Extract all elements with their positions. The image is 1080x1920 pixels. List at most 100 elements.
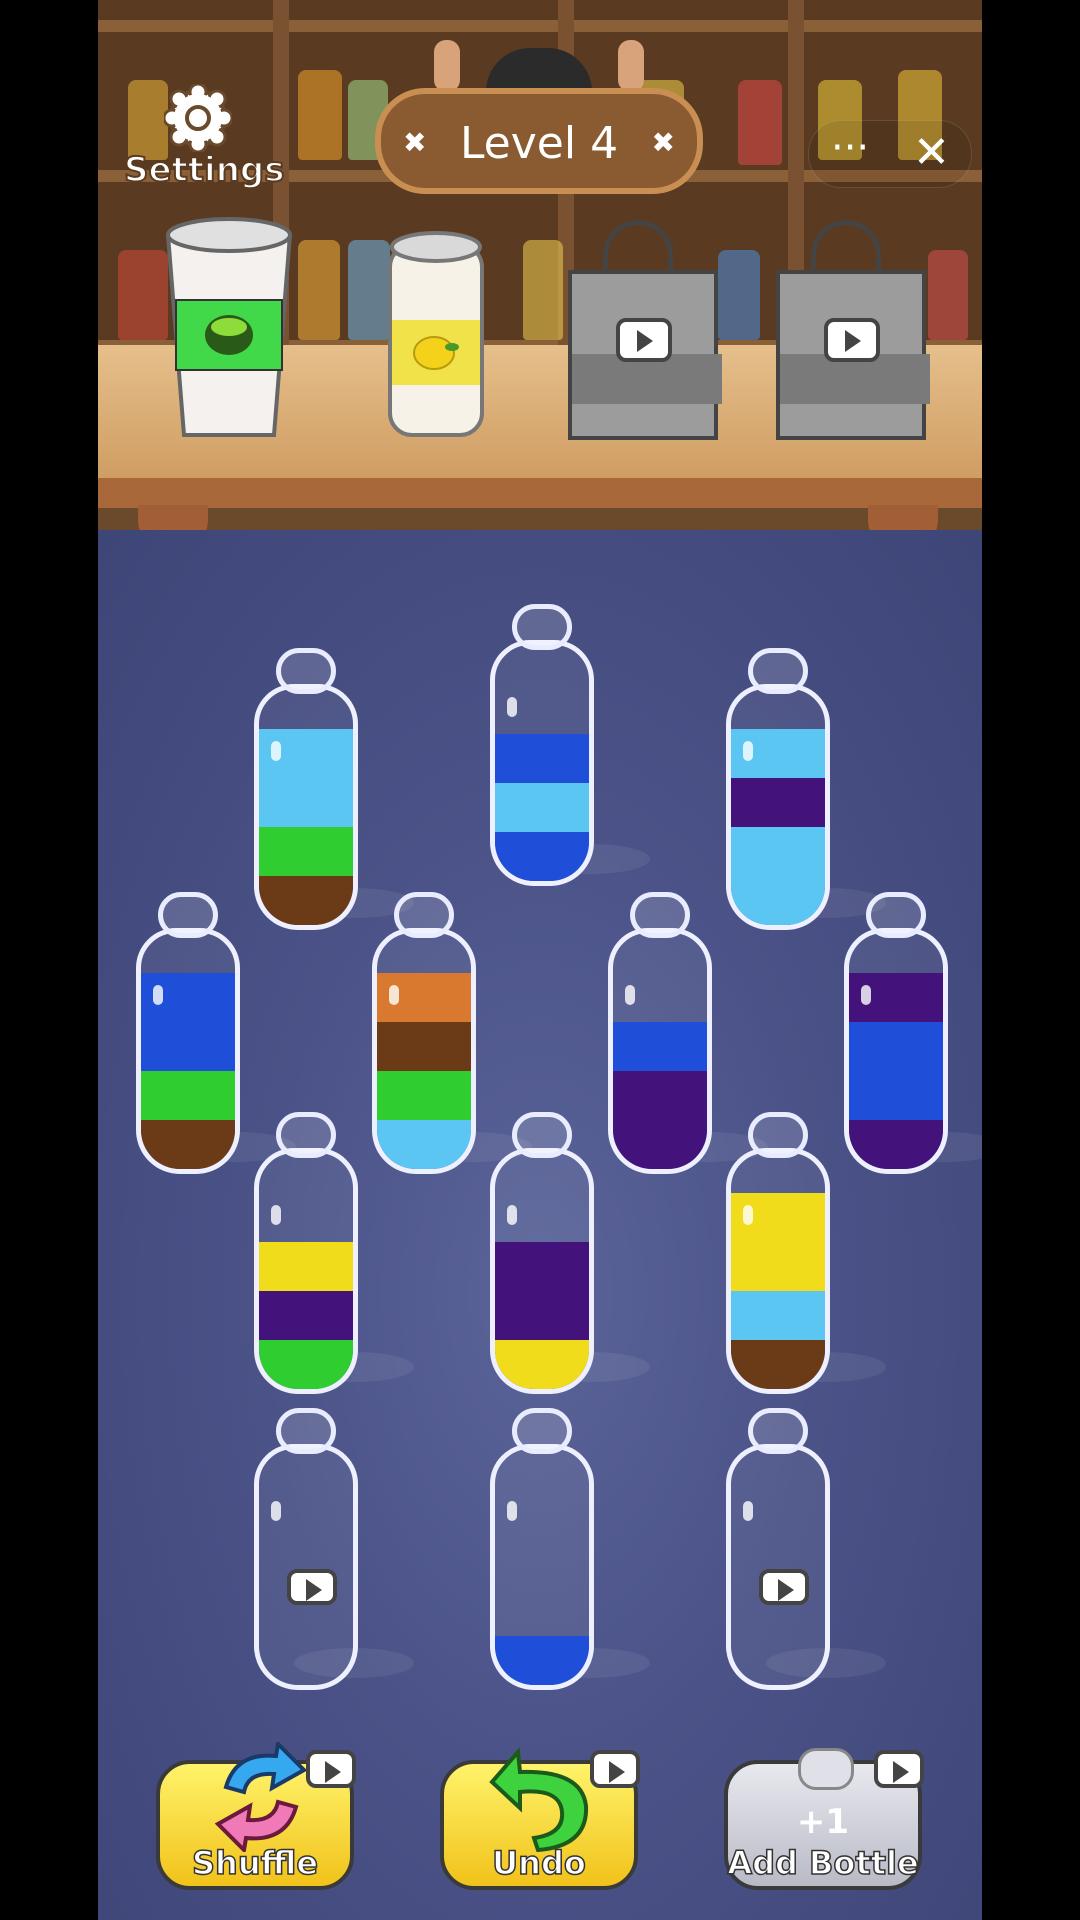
bottle-neck: [512, 1408, 572, 1454]
liquid-layer-brown: [731, 1340, 825, 1389]
bottle[interactable]: [490, 1408, 594, 1698]
bottle[interactable]: [254, 1112, 358, 1402]
sign-peg: [618, 40, 644, 92]
liquid-layer-light-blue: [259, 778, 353, 827]
bottle-glass: [608, 928, 712, 1174]
add-bottle-label: Add Bottle: [727, 1843, 920, 1883]
glass-shine: [271, 741, 281, 761]
undo-button[interactable]: Undo: [440, 1747, 640, 1890]
locked-bottle[interactable]: [254, 1408, 358, 1698]
glass-shine: [507, 1205, 517, 1225]
liquid-layer-blue: [141, 1022, 235, 1071]
settings-label: Settings: [123, 149, 286, 191]
bottle-neck: [158, 892, 218, 938]
more-icon[interactable]: ···: [831, 125, 869, 171]
bottle[interactable]: [490, 604, 594, 894]
liquid-layer-light-blue: [731, 876, 825, 925]
liquid-layer-green: [377, 1071, 471, 1120]
glass-shine: [743, 1501, 753, 1521]
shuffle-icon: [214, 1742, 308, 1852]
bottle-neck: [748, 1408, 808, 1454]
bottle-glass: [372, 928, 476, 1174]
undo-icon: [489, 1747, 589, 1852]
bottle-neck: [866, 892, 926, 938]
liquid-layer-green: [259, 1340, 353, 1389]
liquid-layer-blue: [495, 1636, 589, 1685]
liquid-layer-blue: [495, 832, 589, 881]
bottle-neck: [630, 892, 690, 938]
close-icon[interactable]: ✕: [913, 127, 950, 178]
video-icon: [287, 1569, 337, 1605]
glass-shine: [153, 985, 163, 1005]
bottle-glass: [726, 1444, 830, 1690]
liquid-layer-purple: [495, 1291, 589, 1340]
bottle-neck: [276, 648, 336, 694]
liquid-layer-yellow: [731, 1242, 825, 1291]
locked-order-bag[interactable]: [568, 220, 722, 440]
bottle-cap-icon: [798, 1748, 854, 1790]
game-stage: Settings ✖ Level 4 ✖ ··· ✕ Shuffle Undo …: [98, 0, 982, 1920]
bottle[interactable]: [254, 648, 358, 938]
video-icon: [590, 1750, 640, 1788]
bottle-glass: [254, 684, 358, 930]
bottle-glass: [136, 928, 240, 1174]
locked-order-bag[interactable]: [776, 220, 930, 440]
liquid-layer-green: [141, 1071, 235, 1120]
video-icon: [759, 1569, 809, 1605]
bottle[interactable]: [372, 892, 476, 1182]
bottle-glass: [726, 1148, 830, 1394]
liquid-layer-yellow: [495, 1340, 589, 1389]
liquid-layer-purple: [849, 1120, 943, 1169]
level-sign: ✖ Level 4 ✖: [375, 88, 703, 194]
order-can: [388, 231, 484, 437]
glass-shine: [271, 1501, 281, 1521]
add-bottle-badge: +1: [796, 1802, 850, 1842]
liquid-layer-light-blue: [731, 827, 825, 876]
liquid-layer-purple: [613, 1120, 707, 1169]
glass-shine: [861, 985, 871, 1005]
glass-shine: [743, 741, 753, 761]
liquid-layer-blue: [849, 1071, 943, 1120]
settings-button[interactable]: Settings: [123, 84, 286, 194]
bottle-glass: [726, 684, 830, 930]
bottle[interactable]: [726, 1112, 830, 1402]
liquid-layer-blue: [849, 1022, 943, 1071]
liquid-layer-purple: [259, 1291, 353, 1340]
bottle-neck: [394, 892, 454, 938]
shuffle-button[interactable]: Shuffle: [156, 1742, 356, 1890]
glass-shine: [507, 697, 517, 717]
video-icon: [874, 1750, 924, 1788]
bottle-liquid: [495, 734, 589, 881]
level-label: Level 4: [459, 118, 619, 169]
locked-bottle[interactable]: [726, 1408, 830, 1698]
bottle-liquid: [495, 1636, 589, 1685]
liquid-layer-yellow: [259, 1242, 353, 1291]
liquid-layer-brown: [259, 876, 353, 925]
counter-edge: [98, 478, 982, 508]
bottle-neck: [748, 648, 808, 694]
bottle-glass: [254, 1444, 358, 1690]
bottle-glass: [490, 1444, 594, 1690]
glass-shine: [389, 985, 399, 1005]
bottle-neck: [276, 1112, 336, 1158]
sign-peg: [434, 40, 460, 92]
sign-bolt-icon: ✖: [651, 126, 675, 159]
bottle[interactable]: [608, 892, 712, 1182]
bottle[interactable]: [136, 892, 240, 1182]
glass-shine: [271, 1205, 281, 1225]
bottle-neck: [512, 1112, 572, 1158]
add-bottle-button[interactable]: +1 Add Bottle: [724, 1748, 924, 1890]
bottle[interactable]: [490, 1112, 594, 1402]
gear-icon: [164, 84, 232, 152]
order-cup: [165, 217, 293, 437]
video-icon: [616, 318, 672, 362]
bottle[interactable]: [726, 648, 830, 938]
mini-program-capsule: ··· ✕: [808, 120, 972, 188]
liquid-layer-purple: [495, 1242, 589, 1291]
liquid-layer-purple: [613, 1071, 707, 1120]
bottle-glass: [254, 1148, 358, 1394]
bottle-glass: [490, 1148, 594, 1394]
liquid-layer-blue: [495, 734, 589, 783]
bottle[interactable]: [844, 892, 948, 1182]
video-icon: [824, 318, 880, 362]
